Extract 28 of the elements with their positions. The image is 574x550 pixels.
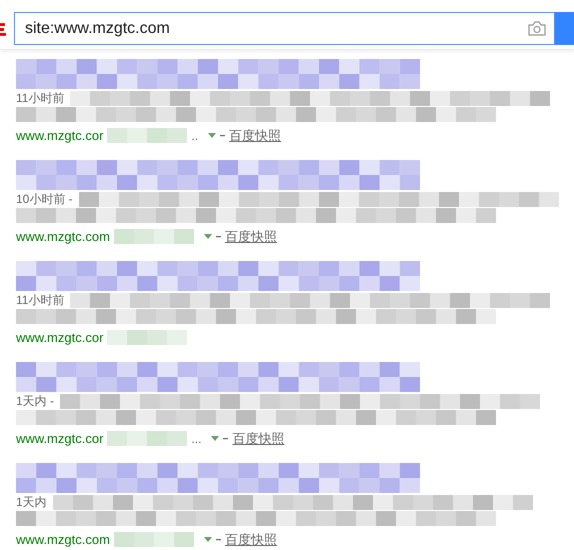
- result-url[interactable]: www.mzgtc.cor: [16, 429, 104, 448]
- search-field[interactable]: site:www.mzgtc.com: [14, 12, 556, 45]
- separator-dash-icon: [216, 538, 221, 541]
- logo-fragment-icon: [0, 20, 6, 36]
- search-input[interactable]: site:www.mzgtc.com: [22, 16, 528, 42]
- result-time: 11小时前: [16, 90, 64, 107]
- camera-icon[interactable]: [528, 21, 546, 36]
- dropdown-caret-icon[interactable]: [204, 537, 212, 542]
- snapshot-link[interactable]: 百度快照: [232, 429, 284, 448]
- snapshot-link[interactable]: 百度快照: [229, 126, 282, 146]
- result-time: 11小时前: [16, 292, 64, 309]
- snapshot-link[interactable]: 百度快照: [224, 530, 277, 550]
- ellipsis: ...: [191, 430, 202, 448]
- result-time: 10小时前 -: [16, 191, 73, 208]
- separator-dash-icon: [216, 236, 221, 238]
- result-time: 1天内 -: [16, 393, 54, 410]
- ellipsis: ..: [191, 128, 198, 145]
- dropdown-caret-icon[interactable]: [211, 436, 220, 442]
- result-url[interactable]: www.mzgtc.com: [16, 227, 110, 246]
- separator-dash-icon: [220, 134, 226, 137]
- separator-dash-icon: [223, 438, 228, 440]
- dropdown-caret-icon[interactable]: [208, 133, 216, 138]
- dropdown-caret-icon[interactable]: [204, 234, 212, 240]
- result-url[interactable]: www.mzgtc.cor: [16, 328, 104, 348]
- result-url[interactable]: www.mzgtc.cor: [16, 126, 104, 146]
- snapshot-link[interactable]: 百度快照: [224, 227, 277, 246]
- result-time: 1天内: [16, 494, 47, 511]
- result-url[interactable]: www.mzgtc.com: [16, 530, 110, 550]
